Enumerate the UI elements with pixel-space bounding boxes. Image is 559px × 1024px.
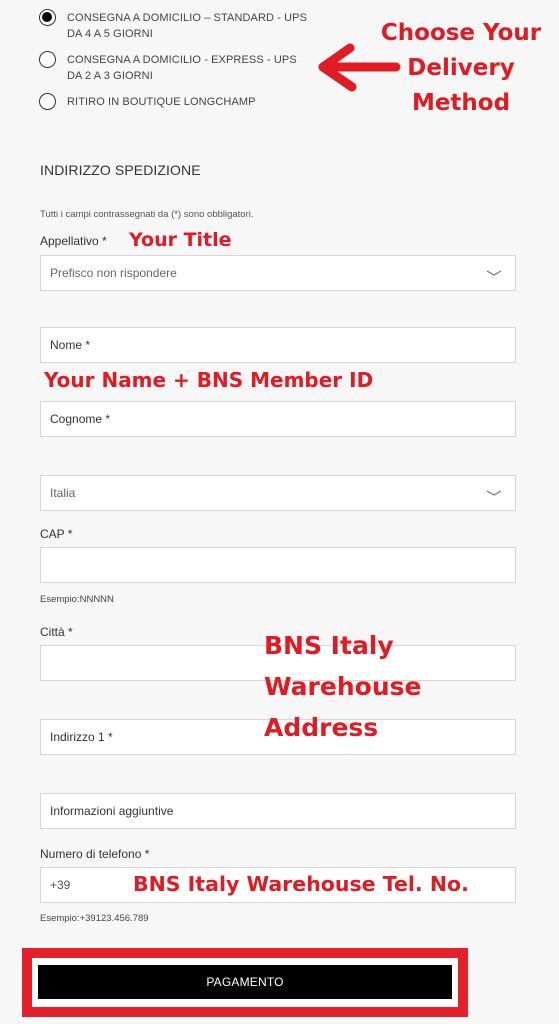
annotation-line: BNS Italy	[264, 631, 394, 660]
phone-label: Numero di telefono *	[40, 847, 150, 861]
delivery-option-title: CONSEGNA A DOMICILIO – STANDARD - UPS	[67, 12, 308, 24]
required-fields-note: Tutti i campi contrassegnati da (*) sono…	[40, 209, 254, 220]
postcode-hint: Esempio:NNNNN	[40, 594, 114, 605]
country-select-value: Italia	[50, 486, 76, 500]
title-select-value: Prefisco non rispondere	[50, 266, 177, 280]
last-name-input[interactable]: Cognome *	[40, 401, 516, 437]
city-label: Città *	[40, 625, 73, 639]
radio-selected[interactable]	[39, 9, 56, 26]
delivery-option-duration: DA 4 A 5 GIORNI	[67, 28, 153, 40]
annotation-line: Warehouse	[264, 672, 422, 701]
annotation-line: Choose Your	[380, 20, 542, 46]
last-name-placeholder: Cognome *	[50, 412, 111, 426]
first-name-input[interactable]: Nome *	[40, 327, 516, 363]
name-annotation: Your Name + BNS Member ID	[44, 368, 374, 392]
chevron-down-icon	[486, 270, 502, 276]
phone-hint: Esempio:+39123.456.789	[40, 913, 149, 924]
radio-unselected[interactable]	[39, 51, 56, 68]
delivery-option-standard[interactable]: CONSEGNA A DOMICILIO – STANDARD - UPS DA…	[39, 9, 307, 42]
country-select[interactable]: Italia	[40, 475, 516, 511]
annotation-line: Method	[411, 90, 511, 116]
address2-placeholder: Informazioni aggiuntive	[50, 804, 174, 818]
phone-prefix: +39	[50, 878, 71, 892]
section-title: INDIRIZZO SPEDIZIONE	[40, 162, 201, 178]
radio-unselected[interactable]	[39, 93, 56, 110]
delivery-option-duration: DA 2 A 3 GIORNI	[67, 70, 153, 82]
title-annotation: Your Title	[129, 229, 232, 251]
delivery-option-boutique-pickup[interactable]: RITIRO IN BOUTIQUE LONGCHAMP	[39, 93, 256, 110]
delivery-annotation: Choose Your Delivery Method	[380, 16, 542, 121]
delivery-option-label: CONSEGNA A DOMICILIO - EXPRESS - UPS DA …	[67, 52, 297, 84]
chevron-down-icon	[486, 490, 502, 496]
postcode-label: CAP *	[40, 527, 73, 541]
title-label: Appellativo *	[40, 234, 107, 248]
title-select[interactable]: Prefisco non rispondere	[40, 255, 516, 291]
delivery-option-label: RITIRO IN BOUTIQUE LONGCHAMP	[67, 94, 256, 110]
postcode-input[interactable]	[40, 547, 516, 583]
first-name-placeholder: Nome *	[50, 338, 91, 352]
delivery-option-title: CONSEGNA A DOMICILIO - EXPRESS - UPS	[67, 54, 297, 66]
address2-input[interactable]: Informazioni aggiuntive	[40, 793, 516, 829]
delivery-option-label: CONSEGNA A DOMICILIO – STANDARD - UPS DA…	[67, 10, 307, 42]
annotation-line: Delivery	[407, 55, 515, 81]
address-annotation: BNS Italy Warehouse Address	[264, 625, 421, 748]
payment-button[interactable]: PAGAMENTO	[38, 965, 452, 999]
phone-annotation: BNS Italy Warehouse Tel. No.	[133, 872, 469, 896]
delivery-option-express[interactable]: CONSEGNA A DOMICILIO - EXPRESS - UPS DA …	[39, 51, 297, 84]
delivery-option-title: RITIRO IN BOUTIQUE LONGCHAMP	[67, 96, 256, 108]
annotation-line: Address	[264, 713, 379, 742]
